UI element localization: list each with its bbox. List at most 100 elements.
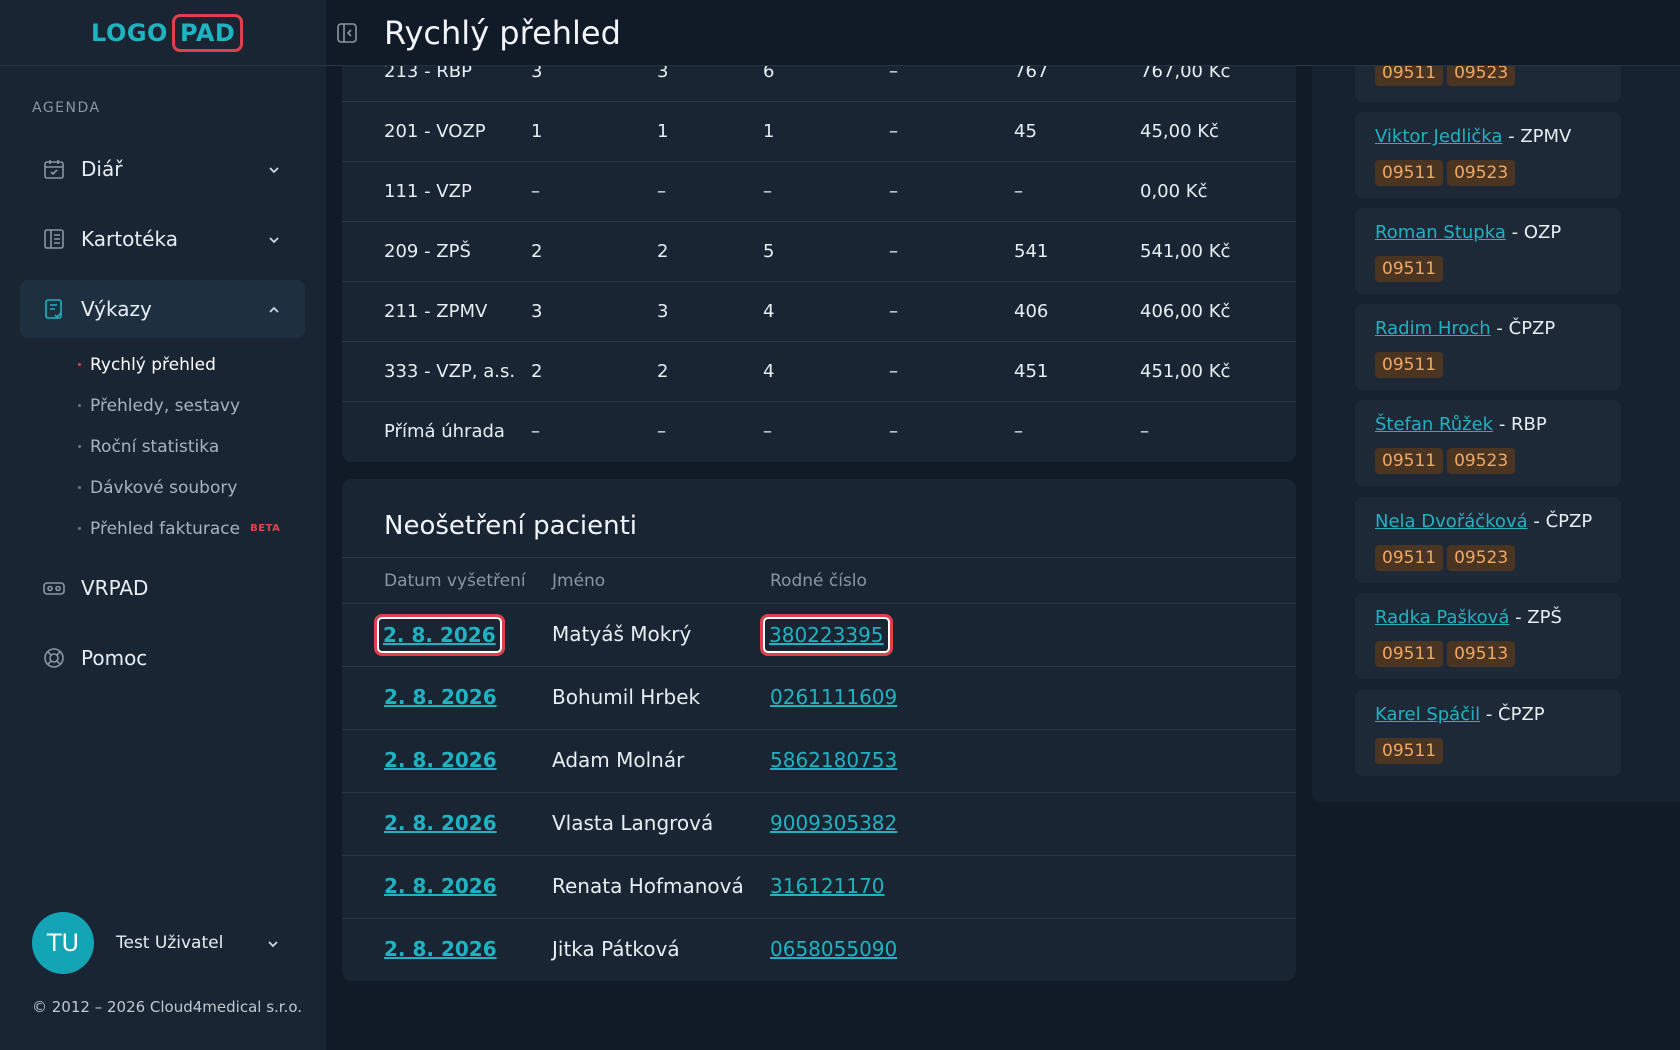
patient-name: Adam Molnár [552,748,685,772]
sidebar: LOGO PAD AGENDA Diář Kartotéka Výkazy Ry… [0,0,326,1050]
birth-number-link[interactable]: 0658055090 [770,937,897,961]
patient-name: Matyáš Mokrý [552,622,692,646]
code-tags: 09511 [1375,352,1444,378]
sidebar-item-vrpad[interactable]: VRPAD [20,559,305,617]
code-tags: 09511 09523 [1375,160,1516,186]
birth-number-link[interactable]: 316121170 [770,874,885,898]
exam-date-link[interactable]: 2. 8. 2026 [384,748,497,772]
patient-card: Štefan Růžek - RBP 09511 09523 [1355,400,1621,486]
sidebar-item-vykazy[interactable]: Výkazy [20,280,305,338]
cell: 2 [657,361,669,382]
patient-link[interactable]: Štefan Růžek [1375,414,1493,435]
copyright: © 2012 – 2026 Cloud4medical s.r.o. [32,998,303,1016]
birth-number-link[interactable]: 380223395 [760,614,893,656]
cell: – [657,421,666,442]
cell: – [889,241,898,262]
column-header-date: Datum vyšetření [384,571,526,591]
cell: 1 [657,121,669,142]
patient-card: Karel Spáčil - ČPZP 09511 [1355,690,1621,776]
code-tag: 09513 [1447,641,1516,667]
cell-amount: – [1140,421,1149,442]
cell: – [889,301,898,322]
cell: 2 [531,361,543,382]
patient-link[interactable]: Viktor Jedlička [1375,126,1502,147]
cell-insurer: Přímá úhrada [384,421,505,442]
code-tags: 09511 [1375,738,1444,764]
collapse-sidebar-icon[interactable] [336,22,358,44]
patient-link[interactable]: Radim Hroch [1375,318,1491,339]
patient-insurer: - ČPZP [1527,511,1593,532]
sidebar-item-pomoc[interactable]: Pomoc [20,629,305,687]
user-menu[interactable]: TU Test Uživatel [32,912,280,974]
submenu-item-rocni-statistika[interactable]: Roční statistika [78,426,280,467]
birth-number-link[interactable]: 9009305382 [770,811,897,835]
cell: 45 [1014,121,1037,142]
cell-insurer: 211 - ZPMV [384,301,488,322]
patient-line: Nela Dvořáčková - ČPZP [1375,511,1592,532]
patient-insurer: - ČPZP [1490,318,1556,339]
cell: 5 [763,241,775,262]
table-row: 333 - VZP, a.s. 2 2 4 – 451 451,00 Kč [342,342,1296,402]
table-row: 211 - ZPMV 3 3 4 – 406 406,00 Kč [342,282,1296,342]
exam-date-link[interactable]: 2. 8. 2026 [384,685,497,709]
cell: – [1014,421,1023,442]
patient-row: 2. 8. 2026 Renata Hofmanová 316121170 [342,856,1296,919]
submenu-item-prehledy[interactable]: Přehledy, sestavy [78,385,280,426]
cell: 4 [763,361,775,382]
submenu-item-prehled-fakturace[interactable]: Přehled fakturace BETA [78,508,280,549]
chevron-down-icon [266,936,280,950]
cell: 541 [1014,241,1049,262]
submenu-item-label: Roční statistika [90,436,220,457]
birth-number-link[interactable]: 5862180753 [770,748,897,772]
patient-card: Roman Stupka - OZP 09511 [1355,208,1621,294]
patient-link[interactable]: Karel Spáčil [1375,704,1480,725]
patient-card: Radka Pašková - ZPŠ 09511 09513 [1355,593,1621,679]
exam-date-link[interactable]: 2. 8. 2026 [384,811,497,835]
logo[interactable]: LOGO PAD [91,14,244,52]
submenu-item-label: Přehled fakturace [90,518,241,539]
submenu-item-label: Rychlý přehled [90,354,216,375]
cell: – [889,121,898,142]
exam-date-link[interactable]: 2. 8. 2026 [384,937,497,961]
cell-insurer: 111 - VZP [384,181,472,202]
patient-line: Viktor Jedlička - ZPMV [1375,126,1571,147]
birth-number-link[interactable]: 0261111609 [770,685,897,709]
cell: – [763,421,772,442]
user-name: Test Uživatel [116,933,224,953]
sidebar-item-diar[interactable]: Diář [20,140,305,198]
cell: 1 [763,121,775,142]
submenu-item-label: Dávkové soubory [90,477,238,498]
sidebar-item-kartoteka[interactable]: Kartotéka [20,210,305,268]
exam-date-link[interactable]: 2. 8. 2026 [384,874,497,898]
chevron-up-icon [267,302,281,316]
cell: – [889,181,898,202]
cell-amount: 45,00 Kč [1140,121,1219,142]
patient-card: Radim Hroch - ČPZP 09511 [1355,304,1621,390]
exam-date-link[interactable]: 2. 8. 2026 [374,614,505,656]
patient-line: Radka Pašková - ZPŠ [1375,607,1562,628]
patient-name: Bohumil Hrbek [552,685,701,709]
cell-amount: 451,00 Kč [1140,361,1231,382]
cell-amount: 406,00 Kč [1140,301,1231,322]
patient-insurer: - ČPZP [1480,704,1545,725]
submenu-item-rychly-prehled[interactable]: Rychlý přehled [78,344,280,385]
submenu-item-davkove-soubory[interactable]: Dávkové soubory [78,467,280,508]
cell: 3 [531,301,543,322]
patient-link[interactable]: Radka Pašková [1375,607,1509,628]
submenu-vykazy: Rychlý přehled Přehledy, sestavy Roční s… [78,344,280,549]
logo-pad-text: PAD [171,14,244,52]
cell: – [531,181,540,202]
patient-row: 2. 8. 2026 Matyáš Mokrý 380223395 [342,604,1296,667]
cell: 451 [1014,361,1049,382]
lifebuoy-icon [41,645,67,671]
patient-link[interactable]: Nela Dvořáčková [1375,511,1528,532]
patient-link[interactable]: Roman Stupka [1375,222,1506,243]
untreated-patients-card: Neošetření pacienti Datum vyšetření Jmén… [342,479,1296,981]
cell: 406 [1014,301,1049,322]
sidebar-item-label: VRPAD [81,576,149,600]
cell: 3 [657,301,669,322]
sidebar-item-label: Výkazy [81,297,152,321]
code-tags: 09511 [1375,256,1444,282]
right-panel: 09511 09523 Viktor Jedlička - ZPMV 09511… [1312,0,1680,802]
code-tag: 09523 [1447,545,1516,571]
